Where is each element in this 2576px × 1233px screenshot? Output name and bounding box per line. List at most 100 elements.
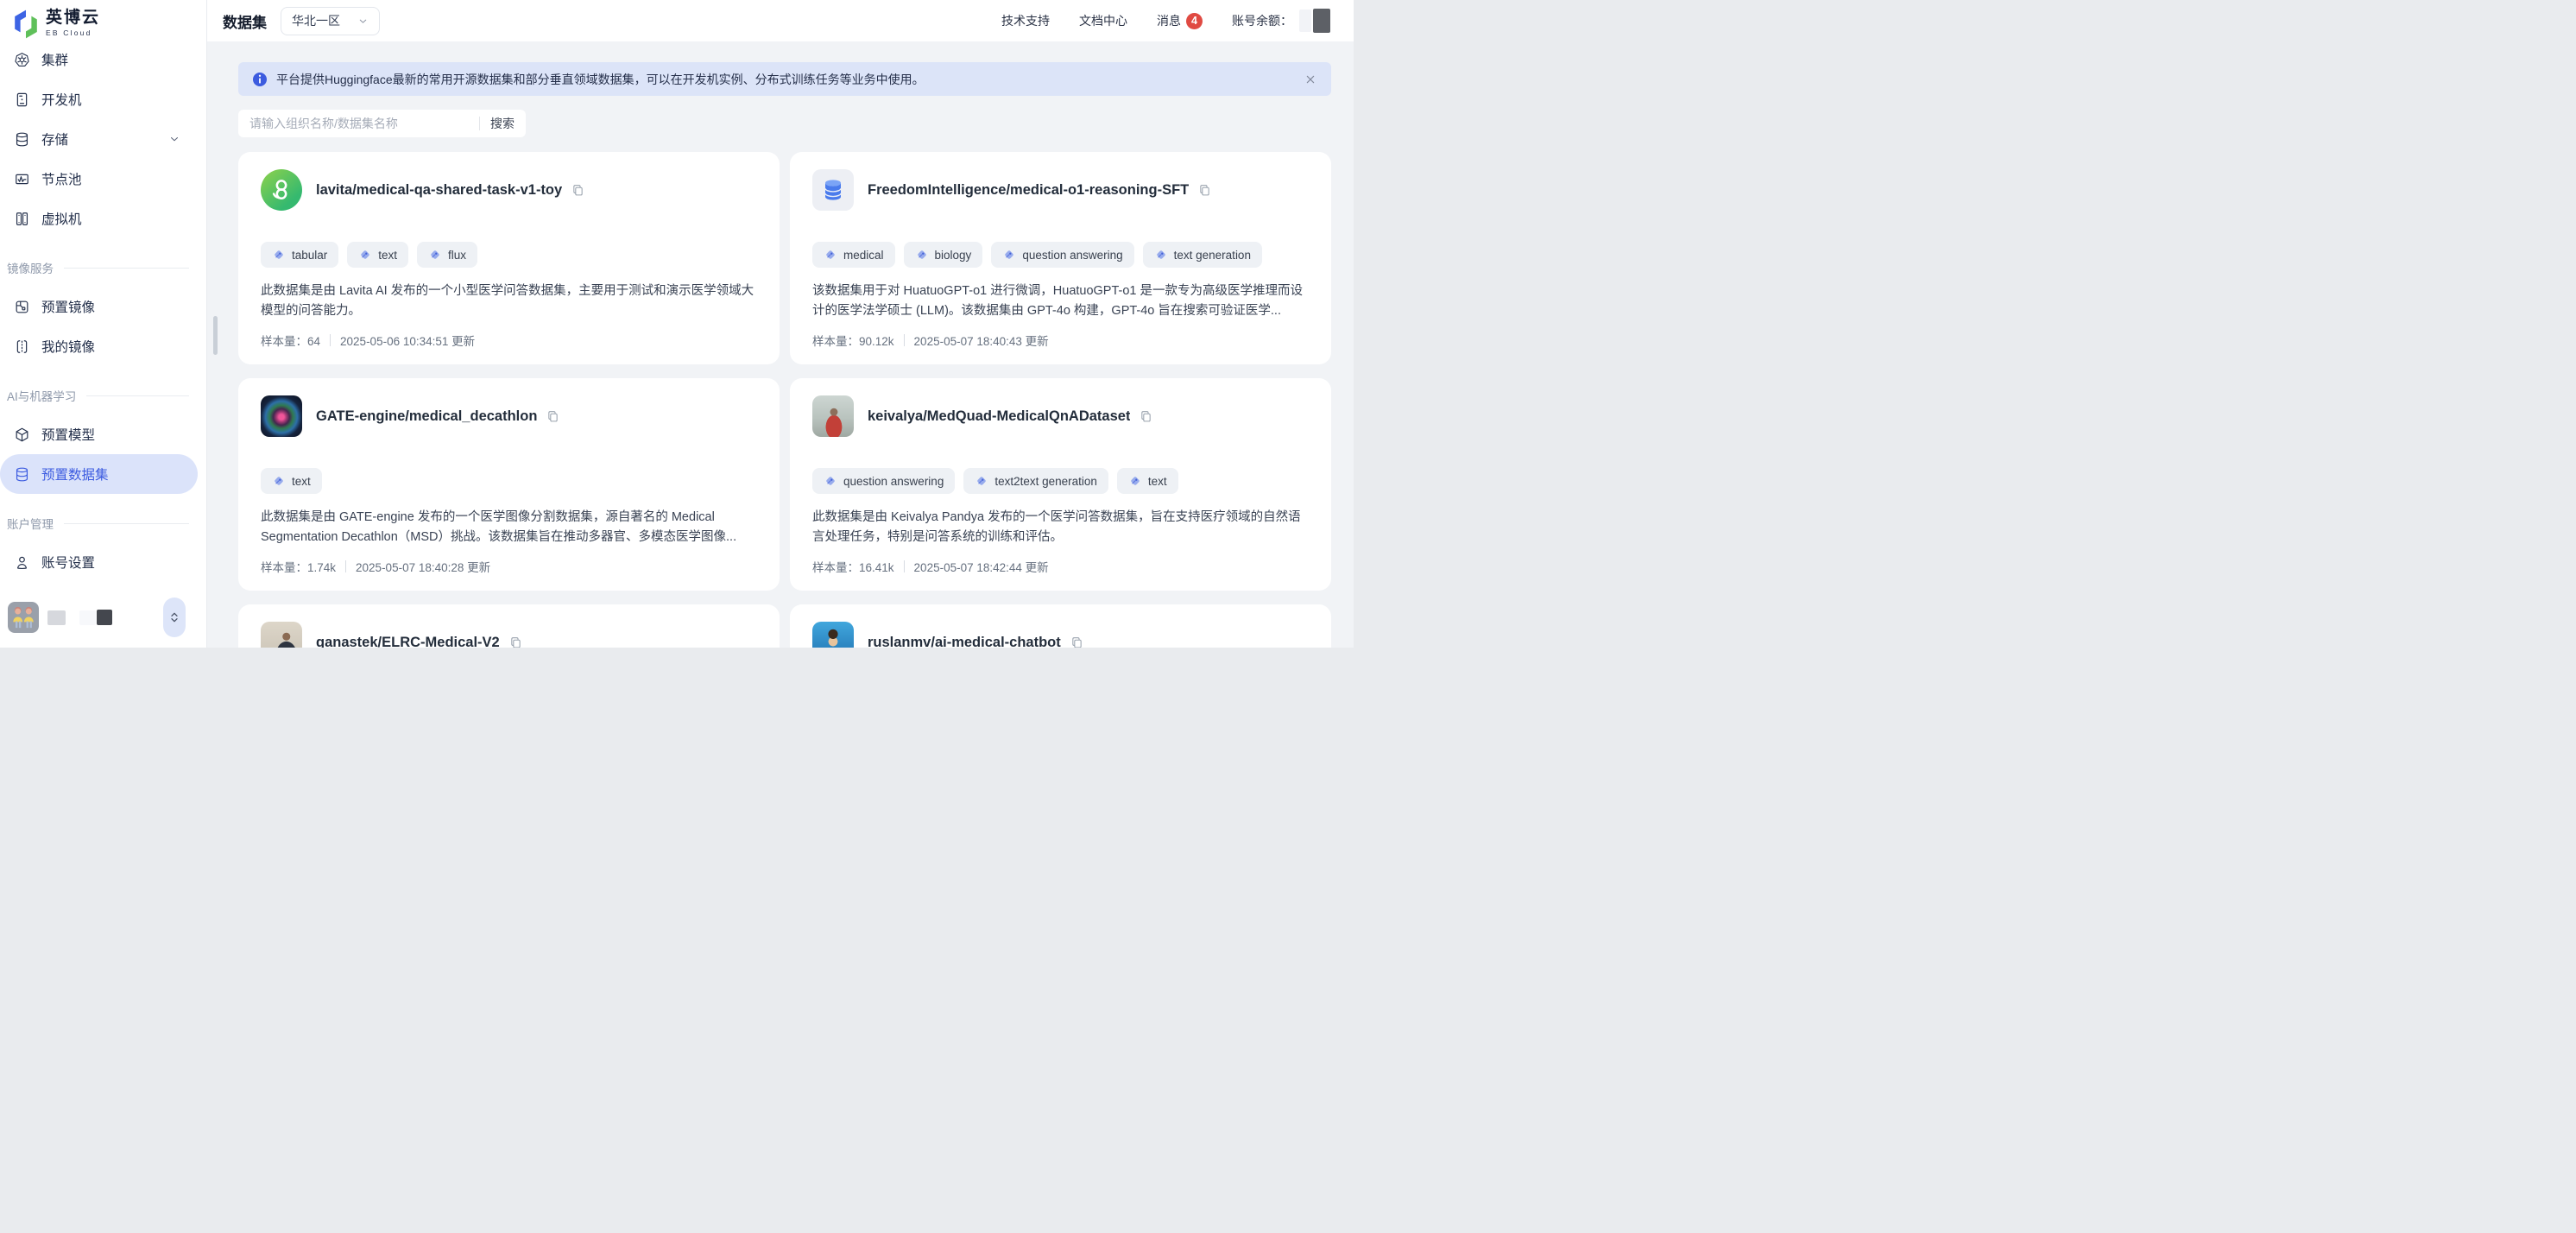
dataset-description: 此数据集是由 GATE-engine 发布的一个医学图像分割数据集，源自著名的 …	[261, 508, 757, 547]
chevron-down-icon	[168, 133, 180, 145]
content-scrollbar-thumb[interactable]	[213, 316, 218, 355]
sidebar-item-node-pool[interactable]: 节点池	[0, 159, 198, 199]
dataset-card[interactable]: FreedomIntelligence/medical-o1-reasoning…	[790, 152, 1331, 364]
section-divider	[64, 268, 189, 269]
region-select-value: 华北一区	[292, 12, 340, 29]
search-divider	[479, 117, 480, 130]
dataset-title[interactable]: qanastek/ELRC-Medical-V2	[316, 635, 500, 648]
sidebar-item-cluster[interactable]: 集群	[0, 40, 198, 79]
sidebar-item-label: 节点池	[41, 169, 82, 188]
sidebar-item-dev-machine[interactable]: 开发机	[0, 79, 198, 119]
dataset-avatar	[261, 622, 302, 648]
sidebar-section-label: AI与机器学习	[0, 387, 206, 404]
dataset-title[interactable]: FreedomIntelligence/medical-o1-reasoning…	[868, 182, 1189, 199]
tag-icon	[915, 248, 929, 262]
node-pool-icon	[14, 171, 30, 187]
brand[interactable]: 英博云 EB Cloud	[0, 0, 206, 40]
search-button[interactable]: 搜索	[490, 115, 515, 132]
dataset-title[interactable]: ruslanmv/ai-medical-chatbot	[868, 635, 1061, 648]
sidebar-item-label: 预置数据集	[41, 465, 109, 484]
page-title: 数据集	[223, 10, 267, 32]
tag-chip: text generation	[1143, 242, 1262, 268]
sidebar-item-account-settings[interactable]: 账号设置	[0, 542, 198, 582]
section-divider	[86, 395, 189, 396]
sidebar-nav: 集群开发机存储节点池虚拟机镜像服务预置镜像我的镜像AI与机器学习预置模型预置数据…	[0, 40, 206, 582]
topbar: 数据集 华北一区 技术支持 文档中心 消息 4 账号余额：	[207, 0, 1354, 41]
updated-time: 2025-05-07 18:40:28 更新	[356, 558, 490, 575]
copy-icon	[1197, 183, 1212, 198]
copy-icon	[1070, 635, 1084, 648]
copy-icon	[571, 183, 585, 198]
tag-icon	[824, 248, 837, 262]
sidebar-user-expander[interactable]	[163, 598, 186, 637]
dataset-description: 此数据集是由 Keivalya Pandya 发布的一个医学问答数据集，旨在支持…	[812, 508, 1309, 547]
sample-count: 样本量：16.41k	[812, 558, 894, 575]
copy-icon	[1139, 409, 1153, 424]
user-info-redacted	[79, 610, 96, 625]
tag-chip: tabular	[261, 242, 338, 268]
app-root: 英博云 EB Cloud 集群开发机存储节点池虚拟机镜像服务预置镜像我的镜像AI…	[0, 0, 1354, 648]
topbar-links: 技术支持 文档中心 消息 4 账号余额：	[972, 9, 1354, 33]
tag-chip: text	[347, 242, 408, 268]
dataset-card[interactable]: ruslanmv/ai-medical-chatbot	[790, 604, 1331, 648]
search-input[interactable]	[249, 117, 474, 130]
brand-tagline: EB Cloud	[46, 28, 100, 37]
sidebar-item-label: 账号设置	[41, 553, 95, 572]
cube-icon	[14, 427, 30, 443]
sample-count: 样本量：1.74k	[261, 558, 336, 575]
updated-time: 2025-05-07 18:42:44 更新	[914, 558, 1049, 575]
sidebar-item-label: 开发机	[41, 90, 82, 109]
preset-image-icon	[14, 299, 30, 315]
dataset-avatar	[812, 622, 854, 648]
sidebar-user-area[interactable]	[8, 598, 206, 637]
user-avatar	[8, 602, 39, 633]
dataset-card[interactable]: qanastek/ELRC-Medical-V2	[238, 604, 780, 648]
dataset-avatar	[812, 169, 854, 211]
support-link[interactable]: 技术支持	[1001, 12, 1050, 29]
dataset-title[interactable]: lavita/medical-qa-shared-task-v1-toy	[316, 182, 562, 199]
tag-icon	[1128, 474, 1142, 488]
tag-icon	[428, 248, 442, 262]
tag-chip: medical	[812, 242, 895, 268]
dataset-avatar	[261, 395, 302, 437]
dataset-card[interactable]: GATE-engine/medical_decathlontext此数据集是由 …	[238, 378, 780, 591]
vm-icon	[14, 211, 30, 227]
dataset-title[interactable]: GATE-engine/medical_decathlon	[316, 408, 537, 425]
balance-redacted-light	[1299, 9, 1311, 32]
sidebar-section-label: 账户管理	[0, 515, 206, 532]
messages-link[interactable]: 消息 4	[1157, 12, 1203, 29]
sidebar: 英博云 EB Cloud 集群开发机存储节点池虚拟机镜像服务预置镜像我的镜像AI…	[0, 0, 207, 648]
dataset-card[interactable]: lavita/medical-qa-shared-task-v1-toy tabu…	[238, 152, 780, 364]
dataset-card[interactable]: keivalya/MedQuad-MedicalQnADataset questi…	[790, 378, 1331, 591]
user-cursor-block	[97, 610, 112, 625]
tag-chip: text	[1117, 468, 1178, 494]
search-bar: 搜索	[238, 110, 526, 137]
updated-time: 2025-05-06 10:34:51 更新	[340, 332, 475, 349]
close-icon[interactable]	[1304, 73, 1317, 86]
dataset-meta: 样本量：16.41k 2025-05-07 18:42:44 更新	[812, 558, 1049, 575]
dataset-title[interactable]: keivalya/MedQuad-MedicalQnADataset	[868, 408, 1130, 425]
dataset-meta: 样本量：642025-05-06 10:34:51 更新	[261, 332, 475, 349]
user-name-redacted	[47, 610, 66, 625]
dataset-meta: 样本量：1.74k 2025-05-07 18:40:28 更新	[261, 558, 490, 575]
dataset-description: 该数据集用于对 HuatuoGPT-o1 进行微调，HuatuoGPT-o1 是…	[812, 281, 1309, 321]
account-balance: 账号余额：	[1232, 9, 1330, 33]
sidebar-item-preset-datasets[interactable]: 预置数据集	[0, 454, 198, 494]
dataset-avatar	[261, 169, 302, 211]
sidebar-item-my-images[interactable]: 我的镜像	[0, 326, 198, 366]
tag-chip: biology	[904, 242, 983, 268]
sidebar-item-vm[interactable]: 虚拟机	[0, 199, 198, 238]
info-icon	[252, 72, 268, 87]
sidebar-item-storage[interactable]: 存储	[0, 119, 198, 159]
dataset-meta: 样本量：90.12k2025-05-07 18:40:43 更新	[812, 332, 1049, 349]
tag-icon	[272, 248, 286, 262]
sidebar-item-label: 集群	[41, 50, 68, 69]
sidebar-item-preset-images[interactable]: 预置镜像	[0, 287, 198, 326]
docs-link[interactable]: 文档中心	[1079, 12, 1127, 29]
dev-machine-icon	[14, 92, 30, 108]
dataset-avatar	[812, 395, 854, 437]
tag-chip: question answering	[812, 468, 955, 494]
copy-icon	[508, 635, 523, 648]
sidebar-item-preset-models[interactable]: 预置模型	[0, 414, 198, 454]
region-select[interactable]: 华北一区	[281, 7, 380, 35]
